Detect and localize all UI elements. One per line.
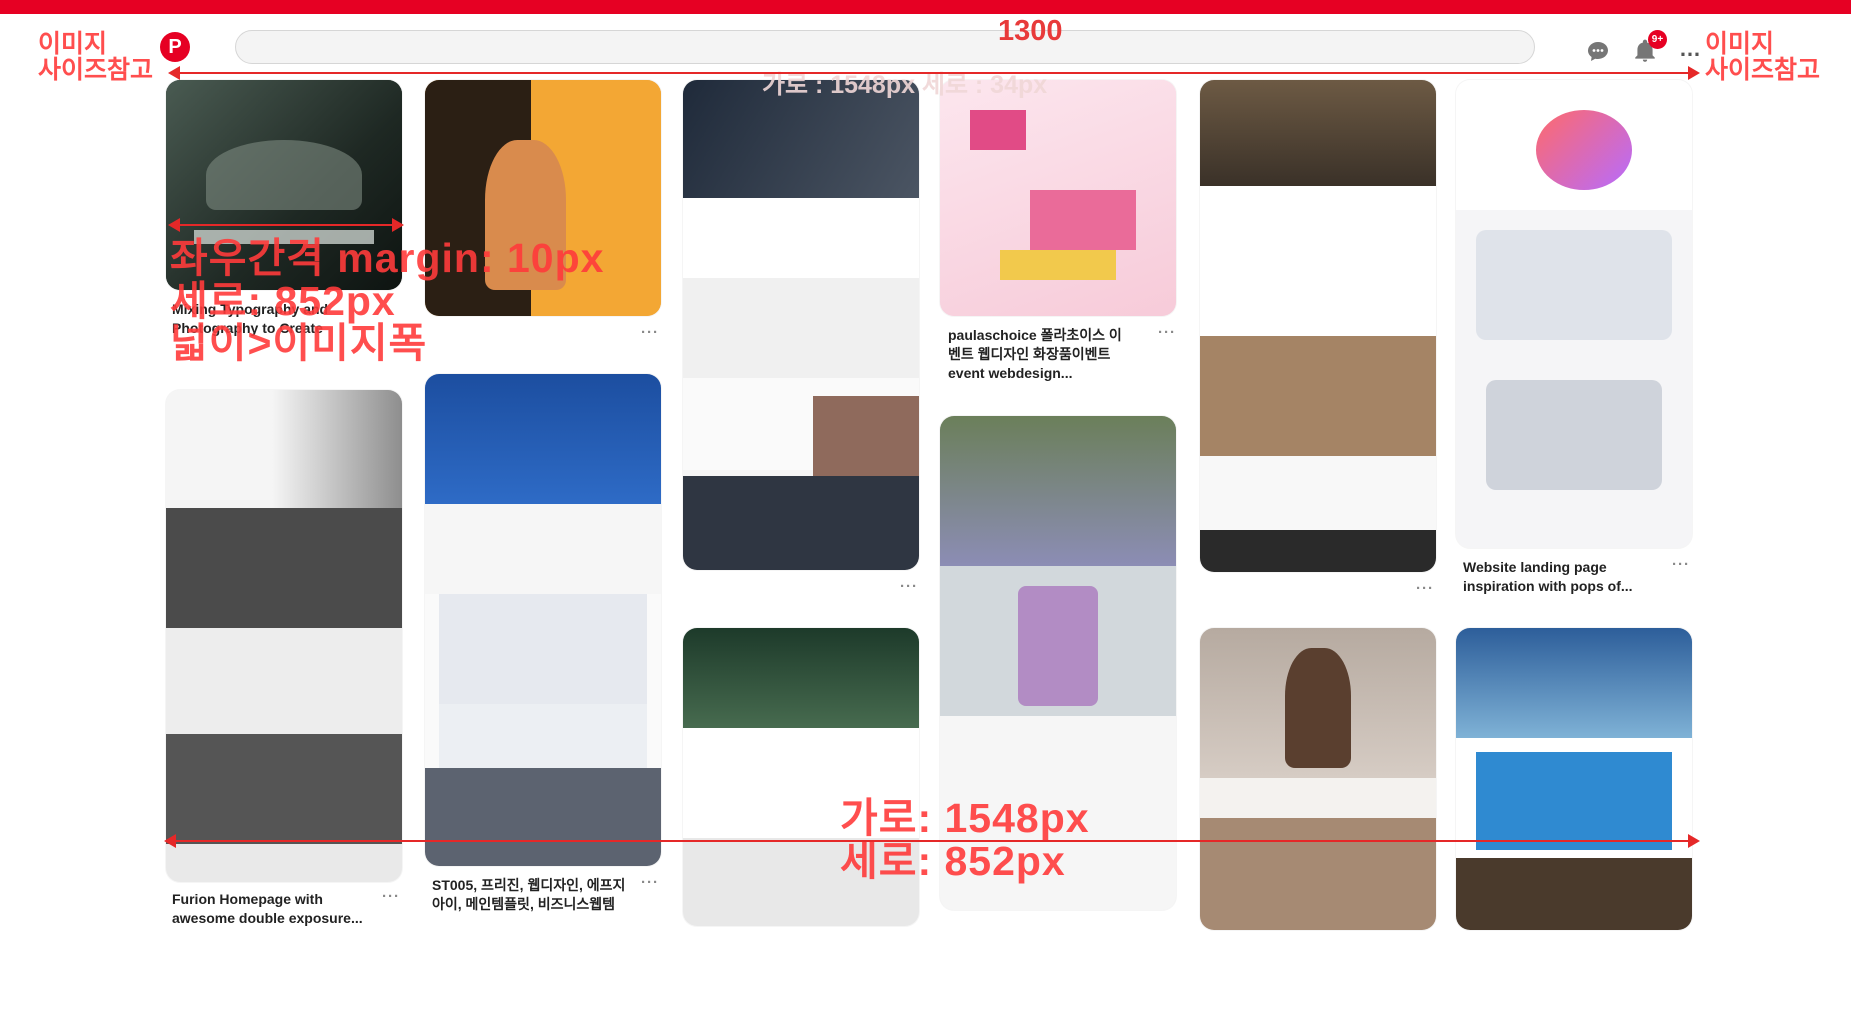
annotation-body-height: 세로: 852px (840, 838, 1066, 884)
ruler-image-width (168, 218, 404, 232)
annotation-image-size-left: 이미지 사이즈참고 (38, 30, 154, 85)
annotation-width-1300: 1300 (998, 15, 1063, 47)
pin-logistics[interactable] (683, 80, 919, 570)
pin-monolith[interactable] (1456, 80, 1692, 548)
annotation-height-note: 세로: 852px (170, 278, 396, 324)
annotation-width-rule: 넓이>이미지폭 (170, 320, 428, 366)
annotation-image-size-right: 이미지 사이즈참고 (1705, 30, 1821, 85)
pin-caption: Website landing page inspiration with po… (1463, 559, 1633, 594)
pin-more-icon[interactable]: ··· (1672, 556, 1690, 573)
annotation-header-size: 가로 : 1548px 세로 : 34px (762, 71, 1048, 99)
pin-caption: paulaschoice 폴라초이스 이벤트 웹디자인 화장품이벤트 event… (948, 327, 1122, 381)
search-input[interactable] (235, 30, 1535, 64)
pin-more-icon[interactable]: ··· (900, 578, 918, 595)
pin-caption: ST005, 프리진, 웹디자인, 에프지아이, 메인템플릿, 비즈니스웹템 (432, 877, 626, 912)
pin-more-icon[interactable]: ··· (641, 874, 659, 891)
pin-more-icon[interactable]: ··· (1416, 580, 1434, 597)
pin-fgidano-store[interactable] (425, 374, 661, 866)
ruler-body-width (164, 834, 1700, 848)
annotation-body-width: 가로: 1548px (840, 795, 1090, 841)
pinterest-logo-icon[interactable]: P (160, 32, 190, 62)
notification-badge: 9+ (1648, 30, 1667, 49)
pin-more-icon[interactable]: ··· (641, 324, 659, 341)
top-accent-bar (0, 0, 1851, 14)
header-more-icon[interactable]: … (1679, 36, 1702, 62)
pin-more-icon[interactable]: ··· (382, 888, 400, 905)
pin-more-icon[interactable]: ··· (1158, 324, 1176, 341)
annotation-margin-note: 좌우간격 margin: 10px (170, 235, 605, 281)
pin-travel-tour[interactable] (1456, 628, 1692, 930)
chat-bubble-icon[interactable] (1586, 40, 1610, 64)
pin-furion[interactable] (166, 390, 402, 882)
pin-caption: Furion Homepage with awesome double expo… (172, 891, 363, 926)
pin-hotel[interactable] (1200, 80, 1436, 572)
ruler-header-width (168, 66, 1700, 80)
pin-gift-boxes[interactable] (940, 80, 1176, 316)
pin-upcoming-fashion[interactable] (1200, 628, 1436, 930)
logo-letter: P (168, 36, 182, 58)
